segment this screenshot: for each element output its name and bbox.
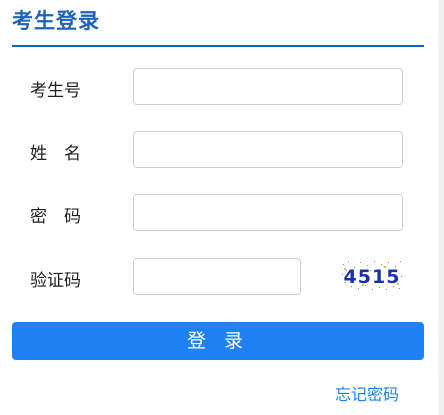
page-title: 考生登录 [12,9,100,33]
password-input[interactable] [133,194,403,231]
captcha-label: 验证码 [30,271,81,291]
title-divider [12,45,424,47]
scrollbar[interactable] [438,0,444,415]
login-page: 考生登录 考生号 姓 名 密 码 验证码 4515 登 录 忘记密码 [0,0,444,415]
name-label: 姓 名 [30,144,81,164]
captcha-code: 4515 [344,266,401,288]
password-label: 密 码 [30,207,81,227]
exam-number-label: 考生号 [30,81,81,101]
forgot-password-link[interactable]: 忘记密码 [335,383,399,407]
captcha-image[interactable]: 4515 [340,258,404,292]
captcha-input[interactable] [133,258,301,295]
login-button[interactable]: 登 录 [12,322,424,360]
name-input[interactable] [133,131,403,168]
exam-number-input[interactable] [133,68,403,105]
